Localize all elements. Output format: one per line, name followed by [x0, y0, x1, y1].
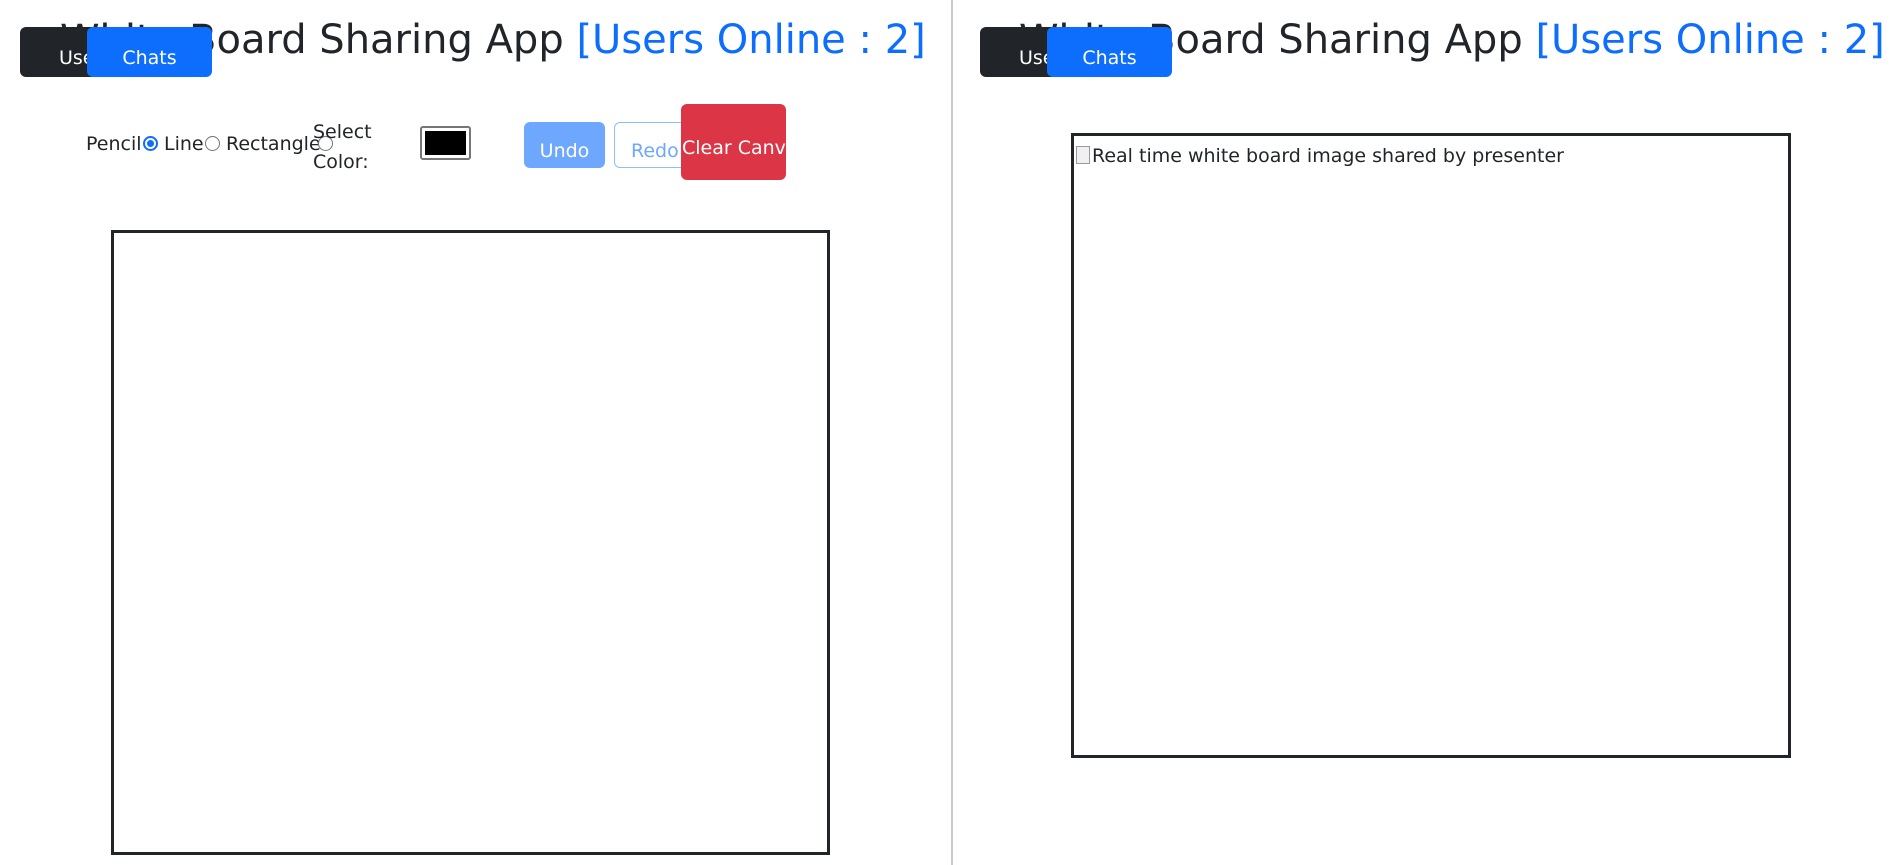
drawing-toolbar: Pencil Line Rectangle Select Color: Undo…	[0, 0, 951, 190]
chats-button-viewer[interactable]: Chats	[1047, 27, 1172, 77]
drawing-canvas[interactable]	[111, 230, 830, 855]
tool-label-line: Line	[164, 133, 204, 155]
tool-radio-line[interactable]	[205, 136, 220, 151]
color-swatch-fill	[425, 131, 466, 155]
tool-radio-pencil[interactable]	[143, 136, 158, 151]
viewer-pane: White Board Sharing App [Users Online : …	[953, 0, 1891, 865]
users-online-count-viewer: [Users Online : 2]	[1535, 17, 1885, 63]
broken-image-icon	[1076, 146, 1090, 164]
color-picker[interactable]	[420, 126, 471, 160]
tool-label-rectangle: Rectangle	[226, 133, 321, 155]
clear-canvas-button[interactable]: Clear Canvas	[681, 104, 807, 180]
broken-image-placeholder: Real time white board image shared by pr…	[1076, 144, 1564, 168]
tool-label-pencil: Pencil	[86, 133, 142, 155]
undo-button[interactable]: Undo	[524, 122, 605, 168]
shared-board-image: Real time white board image shared by pr…	[1071, 133, 1791, 758]
presenter-pane: White Board Sharing App [Users Online : …	[0, 0, 951, 865]
board-alt-text: Real time white board image shared by pr…	[1092, 145, 1564, 167]
color-label: Select Color:	[313, 121, 372, 173]
